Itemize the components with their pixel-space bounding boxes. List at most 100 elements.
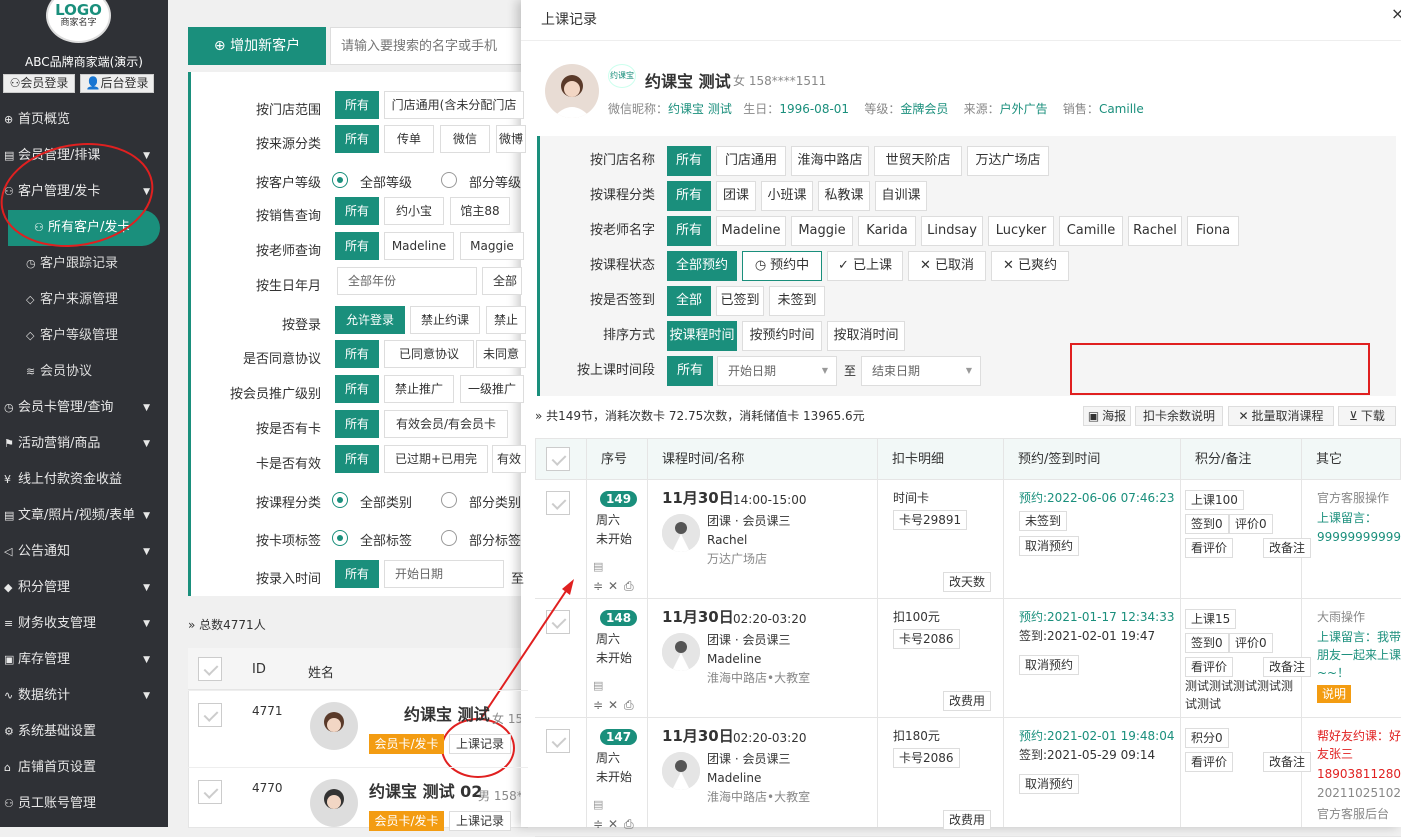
filter-sales-option-2[interactable]: 馆主88 <box>450 197 510 225</box>
drawer-filter-status-3[interactable]: ✕ 已取消 <box>908 251 986 281</box>
row-checkbox[interactable] <box>198 780 222 804</box>
drawer-filter-status-4[interactable]: ✕ 已爽约 <box>991 251 1069 281</box>
drawer-filter-signin-2[interactable]: 未签到 <box>769 286 825 316</box>
filter-promo-option-2[interactable]: 一级推广 <box>460 375 524 403</box>
filter-source-option-3[interactable]: 微博 <box>496 125 526 153</box>
sidebar-item-4[interactable]: ◷ 客户跟踪记录 <box>0 246 168 282</box>
filter-entry-all[interactable]: 所有 <box>335 560 379 588</box>
sidebar-item-8[interactable]: ◷ 会员卡管理/查询 ▼ <box>0 390 168 426</box>
drawer-filter-courses-0[interactable]: 所有 <box>667 181 711 211</box>
record-select-all-checkbox[interactable] <box>546 447 570 471</box>
change-button[interactable]: 改天数 <box>943 572 992 592</box>
end-date-select[interactable]: 结束日期 ▼ <box>861 356 981 386</box>
radio-cardtag-part[interactable] <box>441 530 457 546</box>
edit-note-button[interactable]: 改备注 <box>1263 657 1312 677</box>
search-input[interactable] <box>330 27 530 65</box>
sidebar-item-16[interactable]: ∿ 数据统计 ▼ <box>0 678 168 714</box>
select-all-checkbox[interactable] <box>198 657 222 681</box>
radio-level-part[interactable] <box>441 172 457 188</box>
drawer-filter-stores-0[interactable]: 所有 <box>667 146 711 176</box>
close-icon[interactable]: ✕ <box>608 815 618 833</box>
birth-month-select[interactable]: 全部 <box>482 267 522 295</box>
drawer-filter-teachers-2[interactable]: Maggie <box>791 216 853 246</box>
record-signin[interactable]: 未签到 <box>1019 511 1068 531</box>
tool-button-3[interactable]: ⊻ 下载 <box>1338 406 1396 426</box>
filter-teacher-option-0[interactable]: 所有 <box>335 232 379 260</box>
member-card-button[interactable]: 会员卡/发卡 <box>369 734 444 754</box>
class-record-button[interactable]: 上课记录 <box>449 734 511 754</box>
filter-teacher-option-1[interactable]: Madeline <box>384 232 454 260</box>
sidebar-item-5[interactable]: ◇ 客户来源管理 <box>0 282 168 318</box>
filter-sales-option-1[interactable]: 约小宝 <box>384 197 444 225</box>
sidebar-item-11[interactable]: ▤ 文章/照片/视频/表单 ▼ <box>0 498 168 534</box>
sidebar-item-6[interactable]: ◇ 客户等级管理 <box>0 318 168 354</box>
drawer-filter-stores-2[interactable]: 淮海中路店 <box>791 146 869 176</box>
record-checkbox[interactable] <box>546 491 570 515</box>
sliders-icon[interactable]: ≑ <box>593 696 603 714</box>
sliders-icon[interactable]: ≑ <box>593 815 603 833</box>
sidebar-item-10[interactable]: ¥ 线上付款资金收益 <box>0 462 168 498</box>
note-icon[interactable]: ▤ <box>593 677 603 695</box>
filter-promo-option-0[interactable]: 所有 <box>335 375 379 403</box>
drawer-filter-sort-1[interactable]: 按预约时间 <box>742 321 822 351</box>
sidebar-item-14[interactable]: ≡ 财务收支管理 ▼ <box>0 606 168 642</box>
filter-hascard-option-0[interactable]: 所有 <box>335 410 379 438</box>
drawer-filter-teachers-0[interactable]: 所有 <box>667 216 711 246</box>
sliders-icon[interactable]: ≑ <box>593 577 603 595</box>
view-evaluation-button[interactable]: 看评价 <box>1185 657 1234 677</box>
tool-button-1[interactable]: 扣卡余数说明 <box>1135 406 1223 426</box>
radio-course-part[interactable] <box>441 492 457 508</box>
radio-cardtag-all[interactable] <box>332 530 348 546</box>
drawer-filter-courses-4[interactable]: 自训课 <box>875 181 927 211</box>
member-card-button[interactable]: 会员卡/发卡 <box>369 811 444 831</box>
cancel-booking-button[interactable]: 取消预约 <box>1019 655 1080 675</box>
filter-login-option-2[interactable]: 禁止 <box>486 306 526 334</box>
sidebar-item-0[interactable]: ⊕ 首页概览 <box>0 102 168 138</box>
filter-valid-option-1[interactable]: 已过期+已用完 <box>384 445 488 473</box>
time-filter-all[interactable]: 所有 <box>667 356 713 386</box>
sidebar-item-7[interactable]: ≋ 会员协议 <box>0 354 168 390</box>
cancel-booking-button[interactable]: 取消预约 <box>1019 536 1080 556</box>
drawer-filter-signin-0[interactable]: 全部 <box>667 286 711 316</box>
drawer-filter-courses-3[interactable]: 私教课 <box>818 181 870 211</box>
edit-note-button[interactable]: 改备注 <box>1263 752 1312 772</box>
drawer-filter-status-2[interactable]: ✓ 已上课 <box>827 251 903 281</box>
drawer-filter-status-0[interactable]: 全部预约 <box>667 251 737 281</box>
filter-agree-option-1[interactable]: 已同意协议 <box>384 340 474 368</box>
filter-promo-option-1[interactable]: 禁止推广 <box>384 375 454 403</box>
drawer-filter-signin-1[interactable]: 已签到 <box>716 286 764 316</box>
drawer-filter-stores-4[interactable]: 万达广场店 <box>967 146 1049 176</box>
change-button[interactable]: 改费用 <box>943 691 992 711</box>
filter-store-option-1[interactable]: 门店通用(含未分配门店 <box>384 91 524 119</box>
radio-course-all[interactable] <box>332 492 348 508</box>
print-icon[interactable]: ⎙ <box>624 696 634 714</box>
drawer-filter-teachers-4[interactable]: Lindsay <box>921 216 983 246</box>
close-icon[interactable]: ✕ <box>608 577 618 595</box>
drawer-filter-courses-2[interactable]: 小班课 <box>761 181 813 211</box>
filter-login-option-0[interactable]: 允许登录 <box>335 306 405 334</box>
change-button[interactable]: 改费用 <box>943 810 992 830</box>
sidebar-item-19[interactable]: ⚇ 员工账号管理 <box>0 786 168 822</box>
drawer-filter-teachers-1[interactable]: Madeline <box>716 216 786 246</box>
add-customer-button[interactable]: ⊕ 增加新客户 <box>188 27 326 65</box>
close-icon[interactable]: × <box>1391 4 1401 23</box>
record-checkbox[interactable] <box>546 729 570 753</box>
filter-agree-option-2[interactable]: 未同意 <box>476 340 526 368</box>
admin-login-button[interactable]: 👤后台登录 <box>80 74 154 93</box>
edit-note-button[interactable]: 改备注 <box>1263 538 1312 558</box>
filter-sales-option-0[interactable]: 所有 <box>335 197 379 225</box>
sidebar-item-12[interactable]: ◁ 公告通知 ▼ <box>0 534 168 570</box>
class-record-button[interactable]: 上课记录 <box>449 811 511 831</box>
drawer-filter-stores-3[interactable]: 世贸天阶店 <box>874 146 962 176</box>
print-icon[interactable]: ⎙ <box>624 577 634 595</box>
radio-level-all[interactable] <box>332 172 348 188</box>
drawer-filter-teachers-7[interactable]: Rachel <box>1128 216 1182 246</box>
filter-store-option-0[interactable]: 所有 <box>335 91 379 119</box>
row-checkbox[interactable] <box>198 703 222 727</box>
close-icon[interactable]: ✕ <box>608 696 618 714</box>
drawer-filter-teachers-3[interactable]: Karida <box>858 216 916 246</box>
drawer-filter-sort-0[interactable]: 按课程时间 <box>667 321 737 351</box>
explain-button[interactable]: 说明 <box>1317 685 1351 703</box>
note-icon[interactable]: ▤ <box>593 796 603 814</box>
drawer-filter-teachers-5[interactable]: Lucyker <box>988 216 1054 246</box>
